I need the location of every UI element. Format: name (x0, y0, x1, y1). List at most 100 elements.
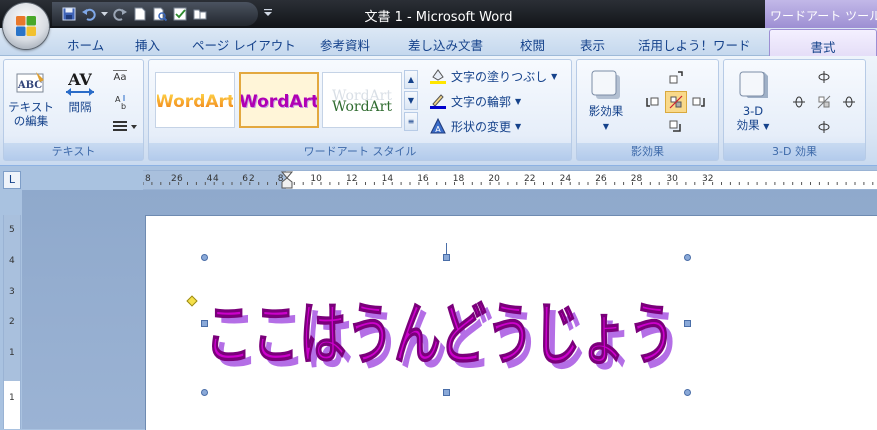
ruler-number: 1 (9, 348, 15, 358)
tab-page-layout[interactable]: ページ レイアウト (192, 35, 296, 54)
nudge-shadow-up-icon[interactable] (667, 68, 685, 86)
chevron-down-icon: ▼ (602, 122, 610, 131)
text-outline-icon (430, 94, 446, 109)
text-fill-label: 文字の塗りつぶし (451, 69, 548, 84)
ruler-number: 2 (9, 317, 15, 327)
tab-insert[interactable]: 挿入 (135, 35, 160, 54)
horizontal-ruler[interactable]: 8 6 4 2 2 4 6 8 10 12 14 16 18 20 22 24 26 28 30 32 (143, 170, 877, 190)
tilt-down-icon[interactable] (815, 118, 833, 136)
spacing-icon: AV (66, 70, 94, 96)
ruler-number: 26 (595, 174, 607, 184)
3d-effects-group: 3-D 効果 ▼ 3-D 効果 (723, 59, 866, 161)
indent-marker-icon[interactable] (280, 171, 294, 189)
resize-handle-bottom[interactable] (443, 389, 450, 396)
resize-handle-bottom-left[interactable] (201, 389, 208, 396)
office-button[interactable] (3, 3, 49, 49)
contextual-tab-title: ワードアート ツール (765, 0, 877, 28)
tab-selector-button[interactable]: L (3, 171, 21, 189)
3d-group-label: 3-D 効果 (724, 143, 865, 160)
tab-format[interactable]: 書式 (769, 29, 877, 57)
ruler-number: 6 (177, 174, 183, 184)
ruler-number: 4 (213, 174, 219, 184)
text-fill-button[interactable]: 文字の塗りつぶし ▼ (429, 67, 557, 85)
ruler-number: 18 (452, 174, 465, 184)
ruler-number: 3 (9, 287, 15, 297)
3d-on-off-icon[interactable] (815, 93, 833, 111)
3d-effects-button[interactable]: 3-D 効果 ▼ (728, 68, 778, 134)
chevron-down-icon: ▼ (515, 121, 522, 131)
ruler-number: 2 (171, 174, 177, 184)
shadow-effect-icon (591, 70, 620, 99)
3d-effect-icon (739, 71, 768, 98)
shadow-effects-button[interactable]: 影効果 ▼ (581, 68, 631, 134)
nudge-shadow-right-icon[interactable] (690, 93, 708, 111)
title-bar: 文書 1 - Microsoft Word ワードアート ツール (0, 0, 877, 28)
vertical-text-icon[interactable]: Ab (111, 93, 129, 111)
align-text-icon[interactable] (111, 118, 139, 136)
change-shape-icon: A (430, 117, 446, 134)
wordart-styles-group-label: ワードアート スタイル (149, 143, 571, 160)
text-outline-label: 文字の輪郭 (451, 94, 512, 109)
tilt-up-icon[interactable] (815, 68, 833, 86)
tab-view[interactable]: 表示 (580, 35, 605, 54)
edit-text-icon: ABC (16, 72, 44, 93)
tab-references[interactable]: 参考資料 (320, 35, 370, 54)
wordart-style-3[interactable]: WordArt WordArt (322, 72, 402, 128)
tab-home[interactable]: ホーム (67, 35, 104, 54)
tab-mailings[interactable]: 差し込み文書 (408, 35, 483, 54)
tilt-left-icon[interactable] (790, 93, 808, 111)
ruler-number: 20 (488, 174, 500, 184)
nudge-shadow-left-icon[interactable] (643, 93, 661, 111)
ruler-number: 6 (242, 174, 248, 184)
text-outline-button[interactable]: 文字の輪郭 ▼ (429, 92, 521, 110)
chevron-down-icon: ▼ (763, 122, 770, 131)
ruler-number: 22 (524, 174, 536, 184)
ruler-number: 4 (9, 256, 15, 266)
resize-handle-bottom-right[interactable] (684, 389, 691, 396)
tab-review[interactable]: 校閲 (520, 35, 545, 54)
svg-text:WordArt: WordArt (332, 99, 392, 115)
ruler-number: 14 (381, 174, 394, 184)
ruler-number: 30 (666, 174, 678, 184)
tilt-right-icon[interactable] (840, 93, 858, 111)
wordart-object[interactable]: ここはうんどうじょう ここはうんどうじょう (200, 260, 690, 390)
edit-text-button[interactable]: ABC テキスト の編集 (6, 68, 56, 128)
tab-addin[interactable]: 活用しよう！ワード (638, 35, 751, 54)
ruler-number: 8 (145, 174, 151, 184)
office-logo-icon (16, 16, 36, 36)
ruler-number: 4 (206, 174, 213, 184)
svg-text:Aa: Aa (114, 72, 127, 83)
3d-effects-label-2: 効果 (736, 118, 760, 132)
ruler-number: 5 (9, 225, 15, 235)
spacing-button[interactable]: AV 間隔 (59, 68, 101, 114)
vertical-ruler[interactable]: 5 4 3 2 1 1 (3, 215, 21, 429)
svg-text:WordArt: WordArt (157, 92, 233, 112)
svg-text:ABC: ABC (17, 80, 42, 91)
text-group: ABC テキスト の編集 AV 間隔 Aa Ab テキスト (3, 59, 144, 161)
ruler-number: 32 (702, 174, 714, 184)
shadow-on-off-icon[interactable] (665, 91, 687, 113)
text-fill-icon (430, 69, 446, 84)
nudge-shadow-down-icon[interactable] (667, 118, 685, 136)
ruler-number: 1 (9, 393, 15, 403)
change-shape-button[interactable]: A 形状の変更 ▼ (429, 117, 521, 135)
svg-text:b: b (121, 102, 126, 110)
gallery-scroll-down-button[interactable]: ▼ (404, 91, 418, 110)
svg-text:AV: AV (67, 70, 92, 89)
ruler-number: 12 (346, 174, 358, 184)
even-height-icon[interactable]: Aa (111, 67, 129, 85)
ruler-number: 28 (630, 174, 643, 184)
3d-effects-label-1: 3-D (742, 104, 764, 118)
gallery-more-button[interactable]: ≡ (404, 112, 418, 131)
wordart-style-1[interactable]: WordArt (155, 72, 235, 128)
chevron-down-icon: ▼ (551, 71, 558, 81)
chevron-down-icon: ▼ (515, 96, 522, 106)
ribbon: ABC テキスト の編集 AV 間隔 Aa Ab テキスト WordArt Wo… (0, 56, 877, 166)
wordart-styles-group: WordArt WordArt WordArt WordArt WordArt … (148, 59, 572, 161)
wordart-main-text: ここはうんどうじょう (205, 296, 675, 375)
svg-text:A: A (435, 125, 441, 134)
ruler-number: 2 (249, 174, 255, 184)
wordart-style-2[interactable]: WordArt WordArt (239, 72, 319, 128)
gallery-scroll-up-button[interactable]: ▲ (404, 70, 418, 89)
ribbon-tab-row: ホーム 挿入 ページ レイアウト 参考資料 差し込み文書 校閲 表示 活用しよう… (0, 28, 877, 56)
